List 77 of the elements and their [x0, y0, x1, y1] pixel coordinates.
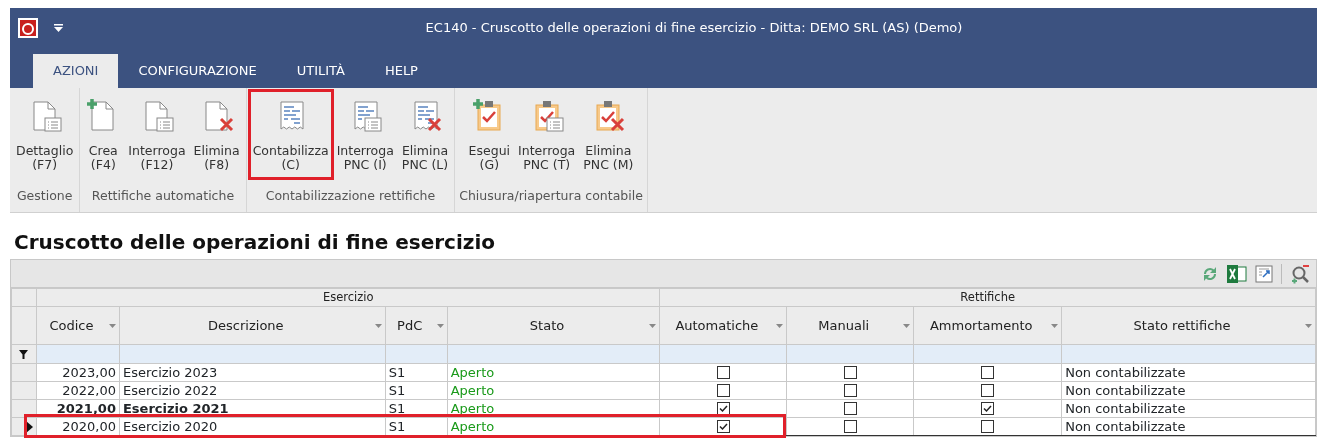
column-group-header: Esercizio [322, 290, 374, 304]
app-logo-icon[interactable] [18, 18, 38, 38]
table-cell: Esercizio 2021 [122, 400, 229, 416]
status-text: Aperto [450, 400, 495, 416]
checkbox[interactable] [981, 384, 995, 398]
page-title: Cruscotto delle operazioni di fine esercizio [14, 230, 496, 254]
dropdown-caret-icon[interactable] [649, 323, 657, 328]
table-cell: 2020,00 [62, 418, 116, 434]
table-cell: S1 [388, 418, 406, 434]
spreadsheet-icon[interactable] [1227, 264, 1247, 283]
column-header[interactable]: Automatiche [659, 306, 787, 345]
dropdown-caret-icon[interactable] [436, 323, 444, 328]
table-cell: 2022,00 [62, 382, 116, 398]
checkbox[interactable] [716, 402, 730, 416]
ribbon-button[interactable]: Elimina PNC (L) [399, 92, 451, 178]
status-text: Aperto [450, 364, 495, 380]
column-header[interactable]: Stato [447, 306, 660, 345]
checkbox[interactable] [843, 384, 857, 398]
dropdown-caret-icon[interactable] [374, 323, 382, 328]
ribbon-button[interactable]: Crea (F4) [84, 92, 123, 178]
checkbox[interactable] [843, 366, 857, 380]
column-group-header: Rettifiche [960, 290, 1016, 304]
table-cell: S1 [388, 382, 406, 398]
ribbon-button[interactable]: Interroga (F12) [126, 92, 188, 178]
search-clear-icon[interactable] [1290, 263, 1310, 284]
row-pointer-icon [26, 420, 33, 433]
ribbon-group-label: Chiusura/riapertura contabile [459, 188, 643, 204]
checkbox[interactable] [843, 420, 857, 434]
filter-icon[interactable] [19, 349, 29, 359]
table-cell: Non contabilizzate [1065, 364, 1186, 380]
quick-access-menu-icon[interactable] [54, 23, 63, 33]
dropdown-caret-icon[interactable] [776, 323, 784, 328]
column-header[interactable]: Codice [36, 306, 120, 345]
table-cell: Esercizio 2023 [122, 364, 218, 380]
table-cell: 2021,00 [56, 400, 116, 416]
ribbon-button[interactable]: Interroga PNC (I) [334, 92, 396, 178]
ribbon-button[interactable]: Elimina PNC (M) [581, 92, 636, 178]
ribbon-button[interactable]: Dettaglio (F7) [14, 92, 76, 178]
checkbox[interactable] [843, 402, 857, 416]
checkbox[interactable] [716, 366, 730, 380]
dropdown-caret-icon[interactable] [108, 323, 116, 328]
table-cell: Non contabilizzate [1065, 382, 1186, 398]
ribbon-group-label: Gestione [16, 188, 73, 204]
ribbon-button[interactable]: Elimina (F8) [191, 92, 242, 178]
table-cell: S1 [388, 364, 406, 380]
checkbox[interactable] [981, 402, 995, 416]
ribbon-button[interactable]: Contabilizza (C) [250, 92, 331, 178]
table-cell: Esercizio 2022 [122, 382, 218, 398]
table-cell: Non contabilizzate [1065, 418, 1186, 434]
ribbon-tab[interactable]: AZIONI [33, 54, 119, 88]
checkbox[interactable] [716, 420, 730, 434]
window-title: EC140 - Cruscotto delle operazioni di fine esercizio - Ditta: DEMO SRL (AS) (Demo) [425, 20, 963, 36]
status-text: Aperto [450, 382, 495, 398]
ribbon-group-label: Contabilizzazione rettifiche [265, 188, 436, 204]
table-cell: S1 [388, 400, 406, 416]
dropdown-caret-icon[interactable] [903, 323, 911, 328]
dropdown-caret-icon[interactable] [1305, 323, 1312, 328]
dropdown-caret-icon[interactable] [1051, 323, 1059, 328]
column-header[interactable]: PdC [385, 306, 448, 345]
table-cell: 2023,00 [62, 364, 116, 380]
table-cell: Non contabilizzate [1065, 400, 1186, 416]
ribbon-tab[interactable]: HELP [364, 54, 438, 88]
ribbon-group-label: Rettifiche automatiche [91, 188, 235, 204]
column-header[interactable]: Manuali [786, 306, 914, 345]
column-header[interactable]: Stato rettifiche [1061, 306, 1316, 345]
ribbon-tab[interactable]: UTILITÀ [276, 54, 365, 88]
ribbon-button[interactable]: Interroga PNC (T) [516, 92, 578, 178]
column-header[interactable]: Descrizione [119, 306, 386, 345]
ribbon-button[interactable]: Esegui (G) [466, 92, 513, 178]
export-grid-icon[interactable] [1255, 264, 1273, 283]
checkbox[interactable] [716, 384, 730, 398]
table-cell: Esercizio 2020 [122, 418, 218, 434]
ribbon-tab[interactable]: CONFIGURAZIONE [118, 54, 277, 88]
checkbox[interactable] [981, 420, 995, 434]
checkbox[interactable] [981, 366, 995, 380]
column-header[interactable]: Ammortamento [913, 306, 1062, 345]
status-text: Aperto [450, 418, 495, 434]
